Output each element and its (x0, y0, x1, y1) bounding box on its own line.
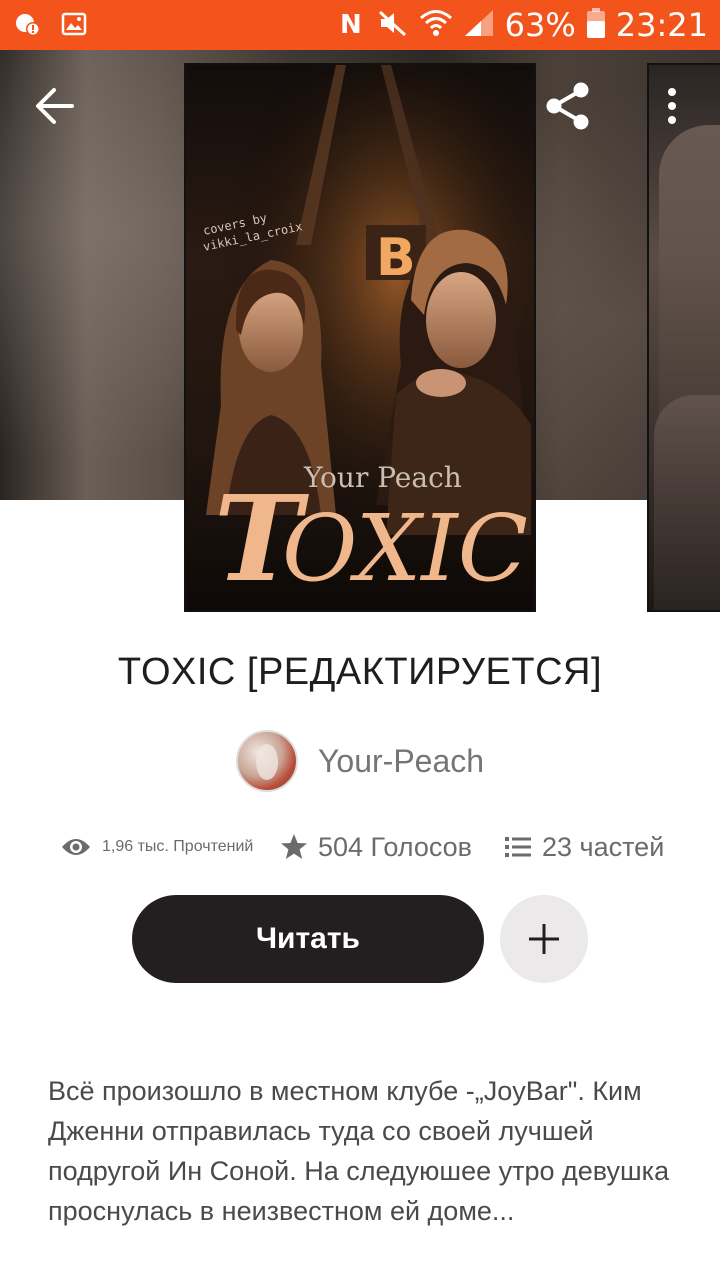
read-button[interactable]: Читать (132, 895, 484, 983)
nfc-icon: N (337, 8, 367, 43)
eye-icon (62, 839, 90, 855)
svg-text:B: B (376, 228, 416, 288)
cover-figure (659, 125, 720, 425)
svg-text:N: N (340, 10, 362, 38)
back-arrow-icon (36, 88, 74, 124)
signal-icon (463, 8, 495, 43)
cover-subtitle: Your Peach (303, 461, 462, 494)
share-button[interactable] (542, 80, 594, 132)
battery-icon (586, 7, 606, 44)
share-icon (546, 82, 589, 130)
votes-count: 504 Голосов (318, 831, 473, 862)
add-to-library-button[interactable] (500, 895, 588, 983)
mute-icon (377, 8, 409, 43)
story-title: TOXIC [РЕДАКТИРУЕТСЯ] (117, 651, 603, 693)
story-cover[interactable]: B covers by vikki_la_croix Your Peach T … (184, 63, 536, 612)
author-name[interactable]: Your-Peach (318, 743, 484, 780)
cover-figure (654, 395, 720, 610)
status-bar: N 63% 23:21 (0, 0, 720, 50)
list-icon (505, 837, 531, 857)
parts-stat[interactable]: 23 частей (504, 832, 664, 863)
plus-icon (529, 924, 559, 954)
reads-stat: 1,96 тыс. Прочтений (60, 835, 260, 859)
star-icon (281, 834, 307, 859)
parts-count[interactable]: 23 частей (542, 832, 664, 863)
story-stats: 1,96 тыс. Прочтений 504 Голосов 23 часте… (60, 822, 670, 872)
reads-count: 1,96 тыс. Прочтений (102, 838, 254, 855)
gallery-icon (60, 10, 88, 38)
author-link[interactable]: Your-Peach (236, 730, 484, 792)
votes-stat: 504 Голосов (280, 832, 496, 863)
next-story-cover[interactable] (647, 63, 720, 612)
more-vert-icon (668, 88, 676, 124)
story-description[interactable]: Всё произошло в местном клубе -„JoyBar".… (48, 1071, 678, 1231)
avatar[interactable] (236, 730, 298, 792)
cover-title-art-rest: OXIC (282, 495, 528, 602)
notification-badge-icon (14, 10, 42, 38)
clock: 23:21 (615, 6, 708, 44)
wifi-icon (419, 8, 453, 43)
battery-percent: 63% (504, 6, 576, 44)
back-button[interactable] (34, 84, 78, 128)
more-options-button[interactable] (656, 84, 688, 128)
